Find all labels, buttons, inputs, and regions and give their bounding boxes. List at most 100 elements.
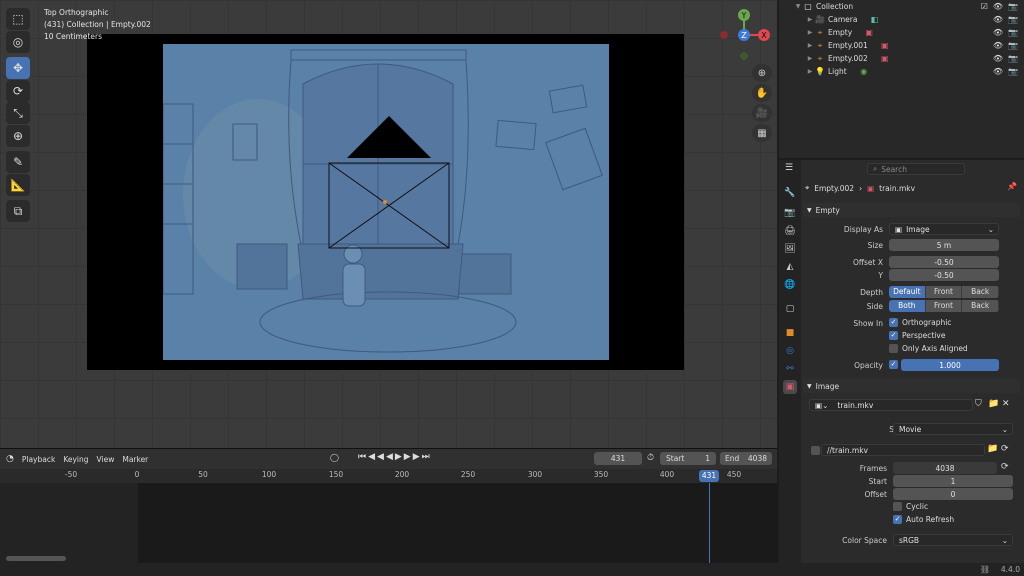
outliner-row-camera[interactable]: ▶ 🎥 Camera ◧ 👁 📷 bbox=[779, 13, 1024, 26]
ortho-toggle-button[interactable]: ▦ bbox=[752, 124, 772, 142]
camera-view-button[interactable]: 🎥 bbox=[752, 104, 772, 122]
expand-arrow-icon[interactable]: ▶ bbox=[805, 16, 815, 23]
end-frame-field[interactable]: End 4038 bbox=[720, 452, 772, 465]
record-icon[interactable]: ◯ bbox=[330, 453, 339, 462]
3d-viewport[interactable]: Top Orthographic (431) Collection | Empt… bbox=[0, 0, 777, 448]
fake-user-shield-icon[interactable]: ⛉ bbox=[975, 399, 982, 409]
visibility-toggles[interactable]: 👁 📷 bbox=[993, 67, 1018, 76]
marker-menu[interactable]: Marker bbox=[122, 455, 148, 464]
display-as-dropdown[interactable]: ▣ Image ⌄ bbox=[889, 223, 999, 235]
image-datablock-field[interactable]: ▣⌄ train.mkv bbox=[809, 399, 973, 411]
depth-segmented[interactable]: Default Front Back bbox=[889, 286, 999, 298]
current-frame-field[interactable]: 431 bbox=[594, 452, 642, 465]
output-tab-icon[interactable]: 🖨 bbox=[783, 224, 797, 238]
outliner[interactable]: ▼ ▢ Collection ☑ 👁 📷 ▶ 🎥 Camera ◧ 👁 📷 ▶ ⌖ E… bbox=[779, 0, 1024, 158]
outliner-row-collection[interactable]: ▼ ▢ Collection ☑ 👁 📷 bbox=[779, 0, 1024, 13]
scale-tool[interactable]: ⤡ bbox=[6, 102, 30, 124]
color-space-dropdown[interactable]: sRGB ⌄ bbox=[893, 534, 1013, 546]
add-cube-tool[interactable]: ⧉ bbox=[6, 200, 30, 222]
playback-menu[interactable]: Playback bbox=[22, 455, 55, 464]
empty-image-gizmo[interactable] bbox=[320, 110, 460, 255]
measure-tool[interactable]: 📐 bbox=[6, 174, 30, 196]
empty-panel-header[interactable]: ▼ Empty bbox=[803, 203, 1020, 217]
playback-controls-icon[interactable]: ⏮◀◀◀▶▶▶⏭ bbox=[358, 452, 432, 462]
depth-front-button[interactable]: Front bbox=[925, 286, 963, 298]
navigation-gizmo[interactable]: Y X Z bbox=[718, 6, 774, 64]
only-axis-aligned-checkbox[interactable]: Only Axis Aligned bbox=[889, 344, 968, 353]
collection-tab-icon[interactable]: ▢ bbox=[783, 302, 797, 316]
perspective-checkbox[interactable]: ✓ Perspective bbox=[889, 331, 945, 340]
stopwatch-icon[interactable]: ⏱ bbox=[647, 453, 654, 463]
start-frame-field[interactable]: Start 1 bbox=[660, 452, 716, 465]
visibility-toggles[interactable]: ☑ 👁 📷 bbox=[981, 2, 1018, 11]
offset-x-field[interactable]: -0.50 bbox=[889, 256, 999, 268]
depth-default-button[interactable]: Default bbox=[889, 286, 926, 298]
view-menu[interactable]: View bbox=[97, 455, 115, 464]
depth-back-button[interactable]: Back bbox=[962, 286, 999, 298]
pan-button[interactable]: ✋ bbox=[752, 84, 772, 102]
close-icon[interactable]: ✕ bbox=[1002, 399, 1010, 409]
size-field[interactable]: 5 m bbox=[889, 239, 999, 251]
visibility-toggles[interactable]: 👁 📷 bbox=[993, 28, 1018, 37]
auto-refresh-checkbox[interactable]: ✓ Auto Refresh bbox=[893, 515, 954, 524]
data-tab-icon[interactable]: ▣ bbox=[783, 380, 797, 394]
constraints-tab-icon[interactable]: ⚯ bbox=[783, 362, 797, 376]
side-front-button[interactable]: Front bbox=[925, 300, 963, 312]
editor-type-icon[interactable]: ◔ bbox=[6, 454, 14, 464]
source-dropdown[interactable]: Movie ⌄ bbox=[893, 423, 1013, 435]
physics-tab-icon[interactable]: ◎ bbox=[783, 344, 797, 358]
expand-arrow-icon[interactable]: ▶ bbox=[805, 55, 815, 62]
filepath-field[interactable]: //train.mkv bbox=[821, 444, 985, 456]
outliner-row-light[interactable]: ▶ 💡 Light ◉ 👁 📷 bbox=[779, 65, 1024, 78]
editor-type-icon[interactable]: ☰ bbox=[785, 163, 793, 173]
side-segmented[interactable]: Both Front Back bbox=[889, 300, 999, 312]
annotate-tool[interactable]: ✎ bbox=[6, 151, 30, 173]
horizontal-scrollbar[interactable] bbox=[6, 556, 66, 561]
refresh-icon[interactable]: ⟳ bbox=[1001, 462, 1009, 472]
properties-editor[interactable]: 🔧 📷 🖨 🖼 ◭ 🌐 ▢ ■ ◎ ⚯ ▣ ☰ ⌕ Search ⌖ Empty… bbox=[779, 160, 1024, 563]
orthographic-checkbox[interactable]: ✓ Orthographic bbox=[889, 318, 951, 327]
visibility-toggles[interactable]: 👁 📷 bbox=[993, 41, 1018, 50]
select-box-tool[interactable]: ⬚ bbox=[6, 8, 30, 30]
side-both-button[interactable]: Both bbox=[889, 300, 926, 312]
timeline-ruler[interactable]: -50 0 50 100 150 200 250 300 350 400 450 bbox=[0, 469, 777, 483]
view-layer-tab-icon[interactable]: 🖼 bbox=[783, 242, 797, 256]
cyclic-checkbox[interactable]: Cyclic bbox=[893, 502, 928, 511]
folder-icon[interactable]: 📁 bbox=[988, 399, 999, 409]
offset-field[interactable]: 0 bbox=[893, 488, 1013, 500]
visibility-toggles[interactable]: 👁 📷 bbox=[993, 15, 1018, 24]
zoom-button[interactable]: ⊕ bbox=[752, 64, 772, 82]
collapse-arrow-icon[interactable]: ▼ bbox=[793, 3, 803, 10]
image-panel-header[interactable]: ▼ Image bbox=[803, 379, 1020, 393]
transform-tool[interactable]: ⊕ bbox=[6, 125, 30, 147]
expand-arrow-icon[interactable]: ▶ bbox=[805, 42, 815, 49]
pin-icon[interactable]: 📌 bbox=[1007, 182, 1017, 191]
folder-icon[interactable]: 📁 bbox=[987, 444, 998, 454]
move-tool[interactable]: ✥ bbox=[6, 57, 30, 79]
tick-label: -50 bbox=[64, 470, 78, 479]
keying-menu[interactable]: Keying bbox=[63, 455, 88, 464]
frames-field[interactable]: 4038 bbox=[893, 462, 997, 474]
outliner-row-empty-001[interactable]: ▶ ⌖ Empty.001 ▣ 👁 📷 bbox=[779, 39, 1024, 52]
start-field[interactable]: 1 bbox=[893, 475, 1013, 487]
timeline-editor[interactable]: ◔ Playback Keying View Marker ◯ ⏮◀◀◀▶▶▶⏭… bbox=[0, 448, 777, 576]
rotate-tool[interactable]: ⟳ bbox=[6, 80, 30, 102]
visibility-toggles[interactable]: 👁 📷 bbox=[993, 54, 1018, 63]
outliner-row-empty[interactable]: ▶ ⌖ Empty ▣ 👁 📷 bbox=[779, 26, 1024, 39]
world-tab-icon[interactable]: 🌐 bbox=[783, 278, 797, 292]
cursor-tool[interactable]: ◎ bbox=[6, 31, 30, 53]
side-back-button[interactable]: Back bbox=[962, 300, 999, 312]
tool-tab-icon[interactable]: 🔧 bbox=[783, 186, 797, 200]
outliner-row-empty-002[interactable]: ▶ ⌖ Empty.002 ▣ 👁 📷 bbox=[779, 52, 1024, 65]
render-tab-icon[interactable]: 📷 bbox=[783, 206, 797, 220]
properties-search[interactable]: ⌕ Search bbox=[867, 163, 965, 175]
offset-y-field[interactable]: -0.50 bbox=[889, 269, 999, 281]
opacity-slider[interactable]: 1.000 bbox=[901, 359, 999, 371]
reload-icon[interactable]: ⟳ bbox=[1001, 444, 1009, 454]
object-tab-icon[interactable]: ■ bbox=[783, 326, 797, 340]
filepath-toggle[interactable] bbox=[811, 446, 820, 455]
scene-tab-icon[interactable]: ◭ bbox=[783, 260, 797, 274]
expand-arrow-icon[interactable]: ▶ bbox=[805, 29, 815, 36]
playhead-frame-badge[interactable]: 431 bbox=[699, 470, 719, 482]
expand-arrow-icon[interactable]: ▶ bbox=[805, 68, 815, 75]
